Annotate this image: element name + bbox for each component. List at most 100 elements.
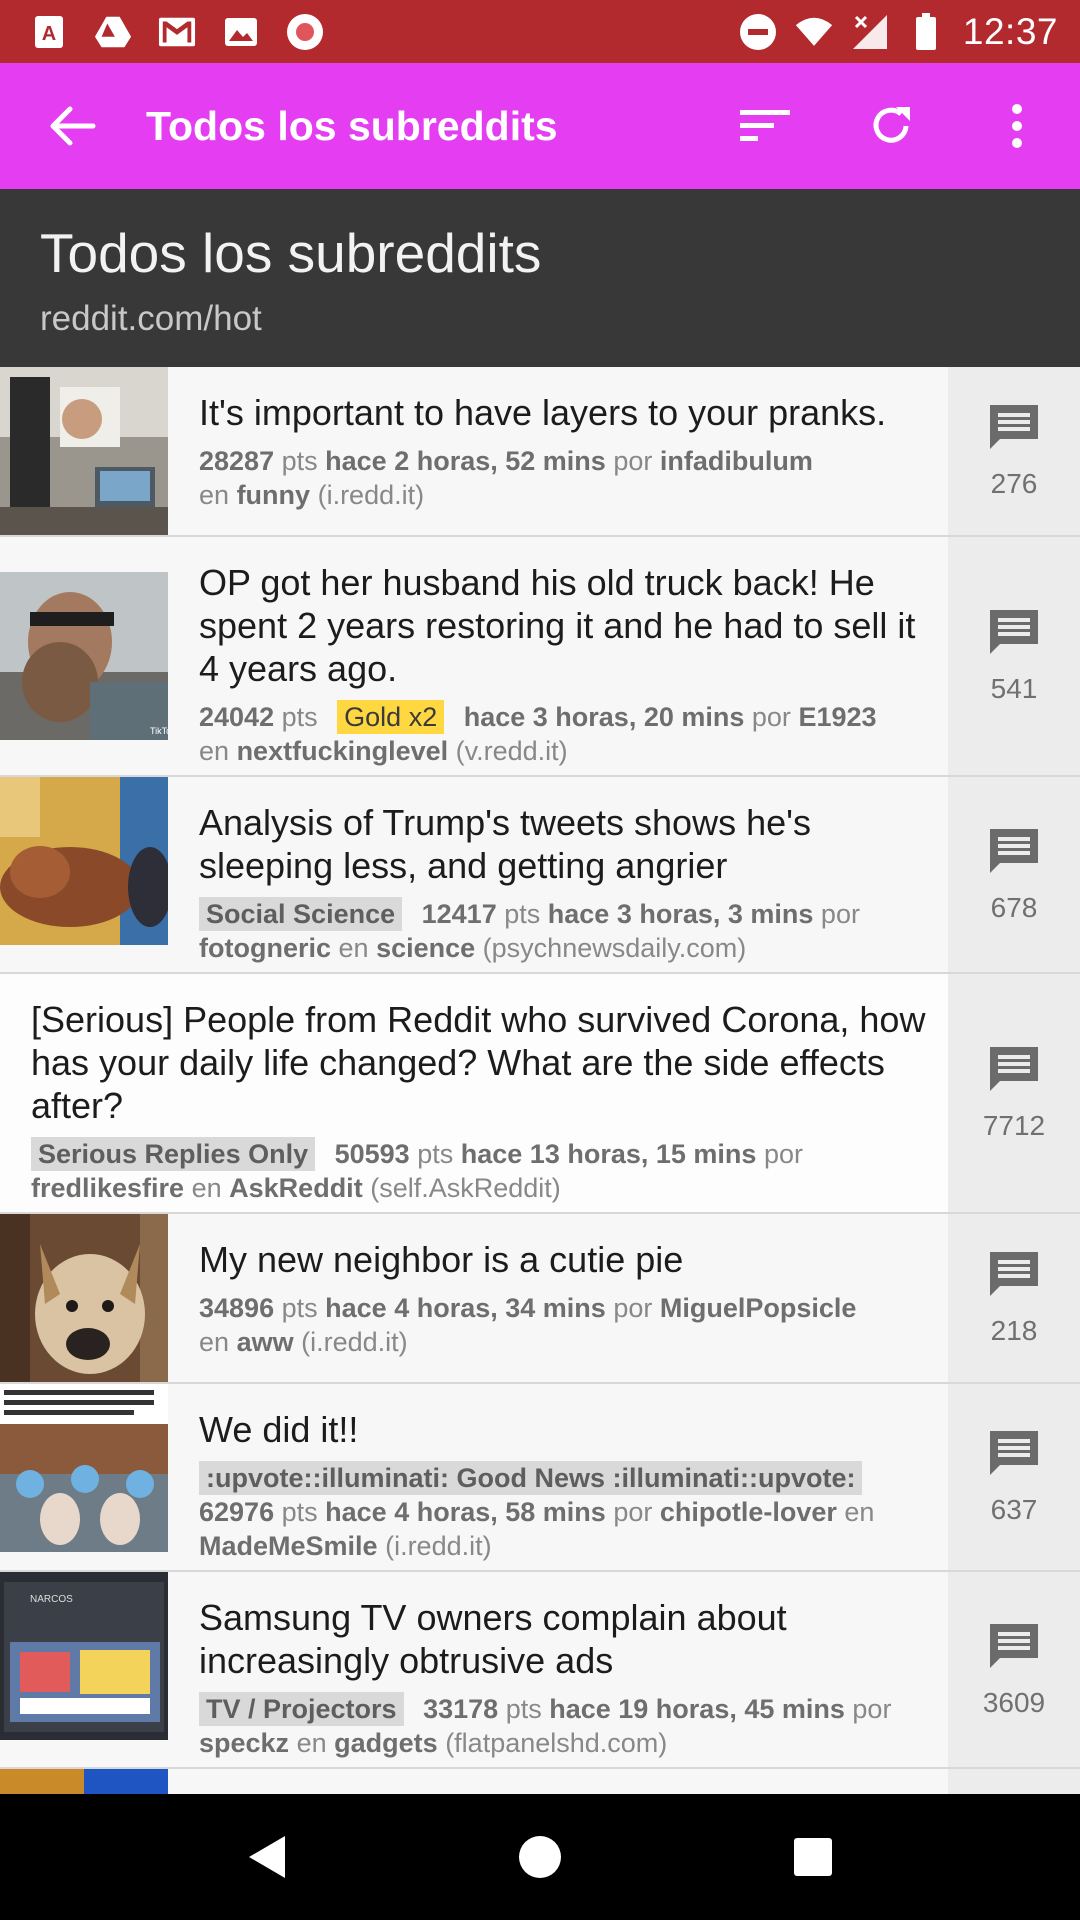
- post-content[interactable]: Samsung TV owners complain about increas…: [168, 1572, 948, 1767]
- refresh-button[interactable]: [828, 63, 954, 189]
- nav-home-button[interactable]: [500, 1817, 580, 1897]
- comment-icon: [990, 1252, 1038, 1296]
- comments-button[interactable]: [948, 1769, 1080, 1794]
- post-thumbnail[interactable]: [0, 777, 168, 972]
- post-meta: 34896 pts hace 4 horas, 34 mins por Migu…: [199, 1291, 928, 1359]
- post-content[interactable]: My new neighbor is a cutie pie 34896 pts…: [168, 1214, 948, 1382]
- post-subreddit[interactable]: aww: [237, 1327, 294, 1357]
- by-label: por: [613, 1497, 653, 1527]
- post-content[interactable]: Analysis of Trump's tweets shows he's sl…: [168, 777, 948, 972]
- post-title[interactable]: We did it!!: [199, 1408, 928, 1451]
- nav-recents-button[interactable]: [773, 1817, 853, 1897]
- post-flair: :upvote::illuminati: Good News :illumina…: [199, 1461, 863, 1495]
- post-thumbnail[interactable]: [0, 1769, 168, 1794]
- post-row[interactable]: NARCOS Samsung TV owners complain about …: [0, 1572, 1080, 1769]
- comment-icon: [990, 828, 1038, 873]
- by-label: por: [763, 1139, 803, 1169]
- post-points: 50593: [334, 1139, 410, 1169]
- back-button[interactable]: [0, 63, 146, 189]
- post-meta: Social Science 12417 pts hace 3 horas, 3…: [199, 897, 928, 965]
- record-icon: [286, 13, 324, 51]
- post-subreddit[interactable]: nextfuckinglevel: [237, 736, 449, 766]
- comment-count: 541: [990, 673, 1038, 704]
- post-row[interactable]: TikTok OP got her husband his old truck …: [0, 537, 1080, 777]
- gold-badge: Gold x2: [337, 700, 445, 734]
- post-row[interactable]: [Serious] People from Reddit who survive…: [0, 974, 1080, 1214]
- post-content[interactable]: We did it!! :upvote::illuminati: Good Ne…: [168, 1384, 948, 1570]
- post-author[interactable]: fredlikesfire: [31, 1173, 184, 1203]
- post-list[interactable]: It's important to have layers to your pr…: [0, 367, 1080, 1794]
- post-row[interactable]: We did it!! :upvote::illuminati: Good Ne…: [0, 1384, 1080, 1572]
- in-label: en: [296, 1728, 327, 1758]
- in-label: en: [844, 1497, 875, 1527]
- comment-count: 678: [990, 891, 1038, 923]
- comment-count: 7712: [982, 1110, 1046, 1141]
- by-label: por: [751, 702, 791, 732]
- status-bar: A 12:37: [0, 0, 1080, 63]
- post-domain: (psychnewsdaily.com): [482, 933, 747, 963]
- post-time: hace 4 horas, 34 mins: [325, 1293, 606, 1323]
- overflow-menu-button[interactable]: [954, 63, 1080, 189]
- svg-text:NARCOS: NARCOS: [30, 1594, 73, 1605]
- nav-back-button[interactable]: [227, 1817, 307, 1897]
- post-meta: Serious Replies Only 50593 pts hace 13 h…: [31, 1137, 928, 1205]
- post-author[interactable]: infadibulum: [660, 446, 813, 476]
- post-thumbnail[interactable]: NARCOS: [0, 1572, 168, 1767]
- post-row[interactable]: It's important to have layers to your pr…: [0, 367, 1080, 537]
- post-content[interactable]: [168, 1769, 948, 1794]
- in-label: en: [199, 480, 230, 510]
- post-row-partial[interactable]: [0, 1769, 1080, 1794]
- post-content[interactable]: [Serious] People from Reddit who survive…: [0, 974, 948, 1212]
- post-thumbnail[interactable]: TikTok: [0, 537, 168, 775]
- pts-label: pts: [281, 1497, 318, 1527]
- by-label: por: [820, 899, 860, 929]
- post-title[interactable]: Analysis of Trump's tweets shows he's sl…: [199, 801, 928, 887]
- post-title[interactable]: [Serious] People from Reddit who survive…: [31, 998, 928, 1127]
- post-title[interactable]: OP got her husband his old truck back! H…: [199, 561, 928, 690]
- in-label: en: [338, 933, 369, 963]
- post-row[interactable]: My new neighbor is a cutie pie 34896 pts…: [0, 1214, 1080, 1384]
- comments-button[interactable]: 637: [948, 1384, 1080, 1570]
- square-recents-icon: [794, 1838, 833, 1876]
- post-subreddit[interactable]: MadeMeSmile: [199, 1531, 378, 1561]
- pts-label: pts: [417, 1139, 454, 1169]
- post-title[interactable]: Samsung TV owners complain about increas…: [199, 1596, 928, 1682]
- comments-button[interactable]: 541: [948, 537, 1080, 775]
- battery-icon: [907, 12, 945, 51]
- post-time: hace 3 horas, 3 mins: [547, 899, 814, 929]
- post-thumbnail[interactable]: [0, 1214, 168, 1382]
- navigation-bar: [0, 1794, 1080, 1920]
- comments-button[interactable]: 276: [948, 367, 1080, 535]
- comments-button[interactable]: 7712: [948, 974, 1080, 1212]
- comment-icon: [990, 610, 1038, 654]
- comment-icon: [990, 1047, 1038, 1091]
- post-title[interactable]: It's important to have layers to your pr…: [199, 391, 928, 434]
- post-author[interactable]: chipotle-lover: [660, 1497, 837, 1527]
- post-author[interactable]: E1923: [798, 702, 876, 732]
- comment-icon: [990, 405, 1038, 449]
- comment-icon: [990, 1431, 1038, 1475]
- post-row[interactable]: Analysis of Trump's tweets shows he's sl…: [0, 777, 1080, 974]
- comments-button[interactable]: 3609: [948, 1572, 1080, 1767]
- post-thumbnail[interactable]: [0, 367, 168, 535]
- post-content[interactable]: It's important to have layers to your pr…: [168, 367, 948, 535]
- post-thumbnail[interactable]: [0, 1384, 168, 1570]
- in-label: en: [191, 1173, 222, 1203]
- post-author[interactable]: speckz: [199, 1728, 289, 1758]
- post-subreddit[interactable]: funny: [237, 480, 311, 510]
- post-subreddit[interactable]: AskReddit: [229, 1173, 363, 1203]
- header-title: Todos los subreddits: [40, 222, 542, 284]
- sort-button[interactable]: [702, 63, 828, 189]
- comment-count: 218: [990, 1315, 1038, 1346]
- post-author[interactable]: MiguelPopsicle: [660, 1293, 857, 1323]
- post-subreddit[interactable]: science: [376, 933, 475, 963]
- pts-label: pts: [281, 1293, 318, 1323]
- post-author[interactable]: fotogneric: [199, 933, 331, 963]
- post-meta: 28287 pts hace 2 horas, 52 mins por infa…: [199, 444, 928, 512]
- comments-button[interactable]: 218: [948, 1214, 1080, 1382]
- post-content[interactable]: OP got her husband his old truck back! H…: [168, 537, 948, 775]
- post-domain: (flatpanelshd.com): [445, 1728, 668, 1758]
- comments-button[interactable]: 678: [948, 777, 1080, 972]
- post-subreddit[interactable]: gadgets: [334, 1728, 438, 1758]
- post-title[interactable]: My new neighbor is a cutie pie: [199, 1238, 928, 1281]
